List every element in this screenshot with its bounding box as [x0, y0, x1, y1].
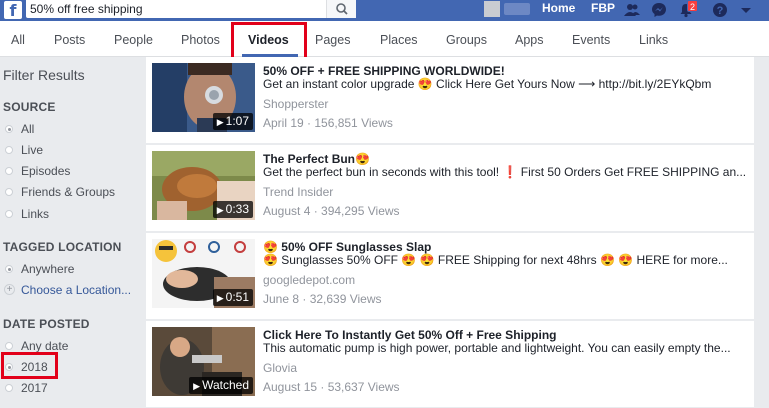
- date-2017-radio[interactable]: [5, 384, 13, 392]
- search-box: [26, 0, 356, 18]
- home-link[interactable]: Home: [542, 1, 575, 15]
- tab-people[interactable]: People: [114, 33, 153, 47]
- date-posted-heading: DATE POSTED: [3, 317, 90, 331]
- video-source[interactable]: googledepot.com: [263, 273, 355, 287]
- video-watched-label: Watched: [202, 378, 249, 392]
- source-all-radio[interactable]: [5, 125, 13, 133]
- video-title[interactable]: The Perfect Bun😍: [263, 152, 370, 166]
- location-option-anywhere[interactable]: Anywhere: [21, 262, 74, 276]
- video-duration-badge: ▶ 0:33: [212, 201, 253, 218]
- video-source[interactable]: Shopperster: [263, 97, 328, 111]
- filter-results-heading: Filter Results: [3, 67, 85, 83]
- video-date-views: June 8 · 32,639 Views: [263, 292, 382, 306]
- account-menu-chevron-down-icon[interactable]: [738, 2, 754, 18]
- add-location-plus-icon[interactable]: +: [4, 284, 15, 295]
- video-date-views: April 19 · 156,851 Views: [263, 116, 393, 130]
- video-title[interactable]: 50% OFF + FREE SHIPPING WORLDWIDE!: [263, 64, 505, 78]
- video-thumbnail[interactable]: ▶ 0:33: [152, 151, 255, 220]
- notification-count-badge: 2: [687, 0, 699, 12]
- source-option-all[interactable]: All: [21, 122, 34, 136]
- tab-links[interactable]: Links: [639, 33, 668, 47]
- friend-requests-icon[interactable]: [624, 2, 640, 18]
- video-title[interactable]: Click Here To Instantly Get 50% Off + Fr…: [263, 328, 557, 342]
- source-option-friends-groups[interactable]: Friends & Groups: [21, 185, 115, 199]
- play-icon: ▶: [193, 381, 201, 391]
- tab-apps[interactable]: Apps: [515, 33, 544, 47]
- search-button[interactable]: [326, 0, 356, 18]
- search-input[interactable]: [30, 1, 322, 17]
- video-description: Get the perfect bun in seconds with this…: [263, 165, 747, 179]
- video-results-list: ▶ 1:07 50% OFF + FREE SHIPPING WORLDWIDE!…: [146, 57, 769, 408]
- date-any-radio[interactable]: [5, 342, 13, 350]
- video-date-views: August 4 · 394,295 Views: [263, 204, 400, 218]
- profile-name-blurred[interactable]: [504, 3, 530, 15]
- tab-all[interactable]: All: [11, 33, 25, 47]
- video-description: 😍 Sunglasses 50% OFF 😍 😍 FREE Shipping f…: [263, 253, 728, 267]
- video-date-views: August 15 · 53,637 Views: [263, 380, 400, 394]
- source-links-radio[interactable]: [5, 210, 13, 218]
- date-option-any[interactable]: Any date: [21, 339, 68, 353]
- video-result-card[interactable]: ▶ 0:51 😍 50% OFF Sunglasses Slap 😍 Sungla…: [146, 233, 754, 320]
- video-thumbnail[interactable]: ▶ 1:07: [152, 63, 255, 132]
- profile-shortcut[interactable]: FBP: [591, 1, 615, 15]
- video-description: Get an instant color upgrade 😍 Click Her…: [263, 77, 712, 91]
- video-watched-badge: ▶ Watched: [189, 377, 253, 394]
- video-thumbnail[interactable]: ▶ 0:51: [152, 239, 255, 308]
- facebook-logo-icon[interactable]: f: [4, 1, 22, 20]
- source-live-radio[interactable]: [5, 146, 13, 154]
- search-tabs: All Posts People Photos Videos Pages Pla…: [0, 21, 769, 57]
- help-icon[interactable]: ?: [712, 2, 728, 18]
- video-description: This automatic pump is high power, porta…: [263, 341, 731, 355]
- play-icon: ▶: [216, 293, 224, 303]
- avatar[interactable]: [484, 1, 500, 17]
- svg-text:?: ?: [717, 5, 724, 17]
- messenger-icon[interactable]: [651, 2, 667, 18]
- video-source[interactable]: Glovia: [263, 361, 297, 375]
- source-option-episodes[interactable]: Episodes: [21, 164, 70, 178]
- source-heading: SOURCE: [3, 100, 56, 114]
- year-2018-highlight-box: [1, 352, 58, 379]
- video-thumbnail[interactable]: ▶ Watched: [152, 327, 255, 396]
- video-result-card[interactable]: ▶ 0:33 The Perfect Bun😍 Get the perfect b…: [146, 145, 754, 232]
- tab-pages[interactable]: Pages: [315, 33, 350, 47]
- video-result-card[interactable]: ▶ Watched Click Here To Instantly Get 50%…: [146, 321, 754, 408]
- play-icon: ▶: [216, 205, 224, 215]
- tab-groups[interactable]: Groups: [446, 33, 487, 47]
- video-duration: 1:07: [225, 114, 249, 128]
- video-result-card[interactable]: ▶ 1:07 50% OFF + FREE SHIPPING WORLDWIDE!…: [146, 57, 754, 144]
- source-option-links[interactable]: Links: [21, 207, 49, 221]
- top-bar: f Home FBP 2 ?: [0, 0, 769, 21]
- play-icon: ▶: [216, 117, 224, 127]
- location-anywhere-radio[interactable]: [5, 265, 13, 273]
- tab-events[interactable]: Events: [572, 33, 610, 47]
- source-friends-groups-radio[interactable]: [5, 188, 13, 196]
- video-duration: 0:33: [225, 202, 249, 216]
- videos-tab-highlight-box: [231, 22, 307, 62]
- video-duration: 0:51: [225, 290, 249, 304]
- tagged-location-heading: TAGGED LOCATION: [3, 240, 122, 254]
- tab-places[interactable]: Places: [380, 33, 418, 47]
- search-icon: [336, 3, 348, 15]
- tab-posts[interactable]: Posts: [54, 33, 85, 47]
- video-duration-badge: ▶ 1:07: [212, 113, 253, 130]
- tab-photos[interactable]: Photos: [181, 33, 220, 47]
- date-option-2017[interactable]: 2017: [21, 381, 48, 395]
- video-source[interactable]: Trend Insider: [263, 185, 333, 199]
- video-duration-badge: ▶ 0:51: [212, 289, 253, 306]
- video-title[interactable]: 😍 50% OFF Sunglasses Slap: [263, 240, 431, 254]
- source-episodes-radio[interactable]: [5, 167, 13, 175]
- source-option-live[interactable]: Live: [21, 143, 43, 157]
- choose-location-link[interactable]: Choose a Location...: [21, 283, 131, 297]
